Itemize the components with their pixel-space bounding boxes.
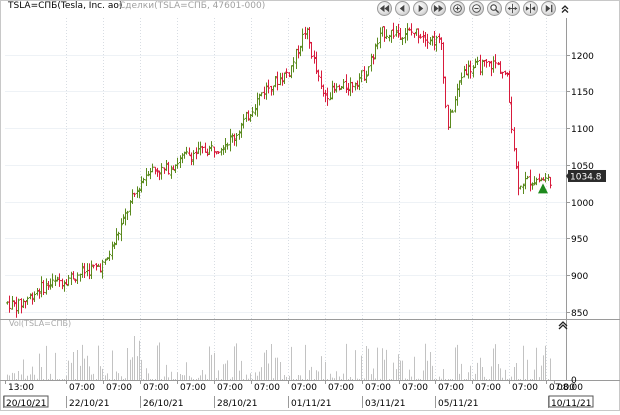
- volume-panel-title: Vol(TSLA=СПБ): [9, 319, 72, 328]
- price-tick-label: 850: [571, 309, 588, 319]
- chart-nav-toolbar: [377, 0, 617, 18]
- magnifier-icon: [490, 4, 500, 14]
- time-tick-label: 07:00: [143, 383, 169, 393]
- time-tick-label: 07:00: [512, 383, 538, 393]
- time-tick-label: 07:00: [402, 383, 428, 393]
- date-tick-label: 10/11/21: [551, 399, 591, 409]
- buy-signal-marker: [538, 183, 548, 194]
- zoom-reset-button[interactable]: [487, 1, 502, 16]
- double-right-icon: [433, 4, 444, 13]
- minus-icon: [472, 4, 481, 13]
- scroll-left-button[interactable]: [395, 1, 410, 16]
- time-tick-label: 07:00: [217, 383, 243, 393]
- outer-frame: [0, 0, 620, 411]
- date-tick-label: 22/10/21: [69, 399, 109, 409]
- price-tick-label: 1000: [571, 199, 594, 209]
- left-arrow-icon: [399, 4, 405, 13]
- double-left-icon: [379, 4, 390, 13]
- chart-canvas[interactable]: 8509009501000105011001150120013:00 07:00 0…: [0, 0, 620, 411]
- time-tick-label: 13:00: [8, 383, 34, 393]
- time-tick-label: 07:00: [365, 383, 391, 393]
- date-tick-label: 28/10/21: [217, 399, 257, 409]
- date-tick-label: 20/10/21: [6, 399, 46, 409]
- collapse-button[interactable]: [559, 1, 571, 16]
- bar-end-icon: [545, 4, 553, 13]
- zoom-in-button[interactable]: [450, 1, 465, 16]
- bar-end-button[interactable]: [541, 1, 556, 16]
- price-tick-label: 900: [571, 272, 588, 282]
- time-tick-label: 07:00: [254, 383, 280, 393]
- date-tick-label: 01/11/21: [291, 399, 331, 409]
- chart-root: 850 900 950 1000 1050 1100 1150 1200 13:00 07:00 0…: [0, 0, 620, 411]
- date-tick-label: 03/11/21: [365, 399, 405, 409]
- time-tick-label: 07:00: [291, 383, 317, 393]
- time-tick-label: 07:00: [106, 383, 132, 393]
- volume-tick-label: 0: [571, 376, 577, 386]
- expand-button[interactable]: [505, 1, 520, 16]
- price-tick-label: 950: [571, 235, 588, 245]
- ticker-title: TSLA=СПБ(Tesla, Inc. ao): [8, 1, 123, 11]
- price-tick-label: 1200: [571, 52, 594, 62]
- date-tick-label: 05/11/21: [438, 399, 478, 409]
- price-tick-label: 1150: [571, 88, 594, 98]
- time-tick-label: 07:00: [438, 383, 464, 393]
- trades-subtitle: Сделки(TSLA=СПБ, 47601-000): [119, 1, 266, 11]
- price-tick-label: 1100: [571, 125, 594, 135]
- scroll-last-button[interactable]: [431, 1, 446, 16]
- plus-icon: [453, 4, 462, 13]
- date-tick-label: 26/10/21: [143, 399, 183, 409]
- zoom-out-button[interactable]: [469, 1, 484, 16]
- scroll-right-button[interactable]: [413, 1, 428, 16]
- expand-icon: [507, 3, 518, 14]
- last-price-label: 1034.8: [570, 172, 602, 182]
- scroll-first-button[interactable]: [377, 1, 392, 16]
- right-arrow-icon: [418, 4, 424, 13]
- shrink-button[interactable]: [523, 1, 538, 16]
- chevron-up-icon: [561, 4, 569, 13]
- time-tick-label: 07:00: [69, 383, 95, 393]
- time-tick-label: 07:00: [475, 383, 501, 393]
- time-tick-label: 07:00: [180, 383, 206, 393]
- time-tick-label: 07:00: [328, 383, 354, 393]
- shrink-icon: [525, 3, 536, 14]
